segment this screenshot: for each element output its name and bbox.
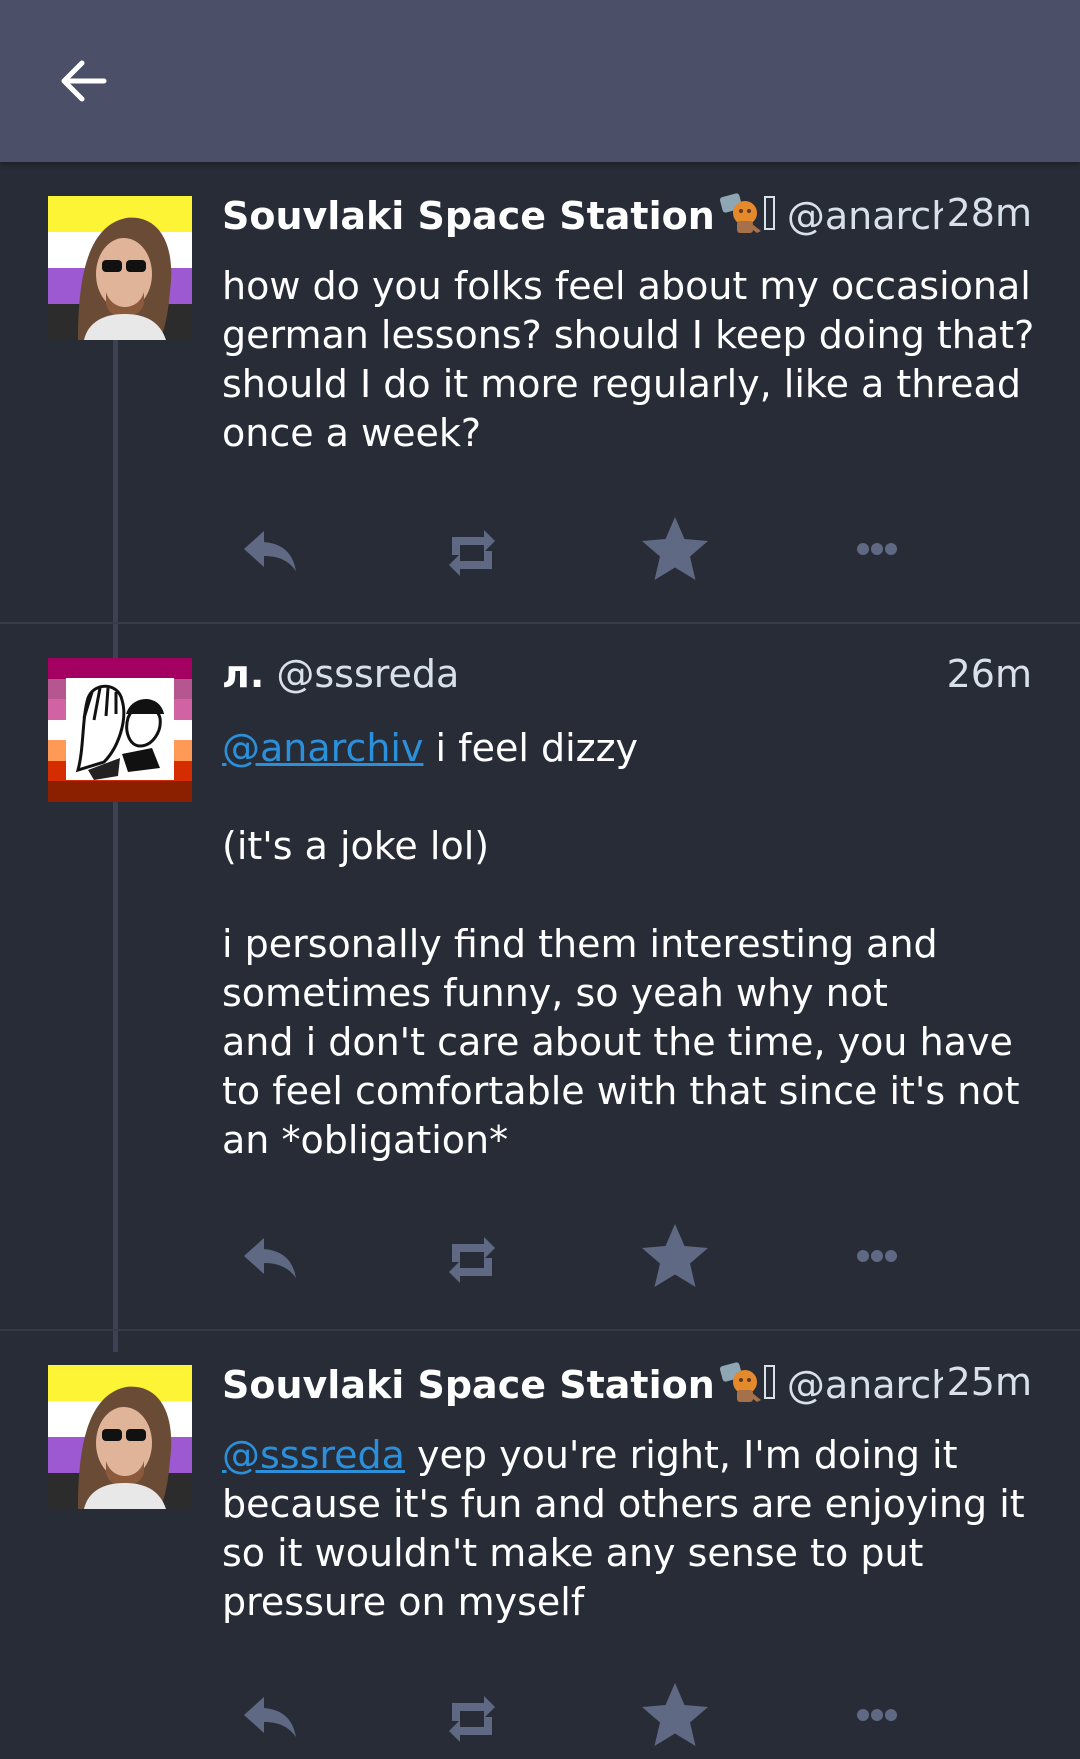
top-bar xyxy=(0,0,1080,162)
status-content: @anarchiv i feel dizzy (it's a joke lol)… xyxy=(222,724,1042,1165)
status-text-line: @sssreda yep you're right, I'm doing it … xyxy=(222,1431,1042,1627)
more-icon[interactable] xyxy=(837,1675,917,1755)
avatar[interactable] xyxy=(48,196,192,340)
reply-icon[interactable] xyxy=(230,509,310,589)
status-text-line: @anarchiv i feel dizzy xyxy=(222,724,1042,773)
avatar[interactable] xyxy=(48,1365,192,1509)
status-text: and i don't care about the time, you hav… xyxy=(222,1020,1020,1162)
arrow-left-icon[interactable] xyxy=(56,54,110,108)
reply-icon[interactable] xyxy=(230,1675,310,1755)
boost-icon[interactable] xyxy=(432,1675,512,1755)
timestamp[interactable]: 26m xyxy=(942,652,1032,696)
mention-link[interactable]: @anarchiv xyxy=(222,726,423,770)
status-text: i feel dizzy xyxy=(423,726,639,770)
divider xyxy=(0,1329,1080,1331)
avatar[interactable] xyxy=(48,658,192,802)
status-actions xyxy=(222,1675,942,1755)
display-name[interactable]: Souvlaki Space Station xyxy=(222,1363,715,1407)
status-text: i personally find them interesting and s… xyxy=(222,922,938,1015)
account-handle[interactable]: @sssreda xyxy=(276,652,459,696)
timestamp[interactable]: 28m xyxy=(942,191,1032,235)
status-content: @sssreda yep you're right, I'm doing it … xyxy=(222,1431,1042,1627)
display-name[interactable]: л. xyxy=(222,652,264,696)
status-header: Souvlaki Space Station @anarchi… 25m xyxy=(222,1360,1032,1408)
boost-icon[interactable] xyxy=(432,509,512,589)
reply-icon[interactable] xyxy=(230,1216,310,1296)
status-text: how do you folks feel about my occasiona… xyxy=(222,264,1035,455)
custom-emoji-icon xyxy=(715,1360,775,1404)
status-text: (it's a joke lol) xyxy=(222,824,490,868)
status-content: how do you folks feel about my occasiona… xyxy=(222,262,1042,458)
display-name[interactable]: Souvlaki Space Station xyxy=(222,194,715,238)
timestamp[interactable]: 25m xyxy=(942,1360,1032,1404)
mention-link[interactable]: @sssreda xyxy=(222,1433,405,1477)
status-actions xyxy=(222,1216,942,1296)
boost-icon[interactable] xyxy=(432,1216,512,1296)
status-header: Souvlaki Space Station @anarchi… 28m xyxy=(222,191,1032,239)
star-icon[interactable] xyxy=(635,1675,715,1755)
more-icon[interactable] xyxy=(837,1216,917,1296)
divider xyxy=(0,622,1080,624)
star-icon[interactable] xyxy=(635,1216,715,1296)
status-actions xyxy=(222,509,942,589)
status-header: л. @sssreda 26m xyxy=(222,652,1032,700)
thread-line xyxy=(113,340,118,1352)
more-icon[interactable] xyxy=(837,509,917,589)
star-icon[interactable] xyxy=(635,509,715,589)
custom-emoji-icon xyxy=(715,191,775,235)
